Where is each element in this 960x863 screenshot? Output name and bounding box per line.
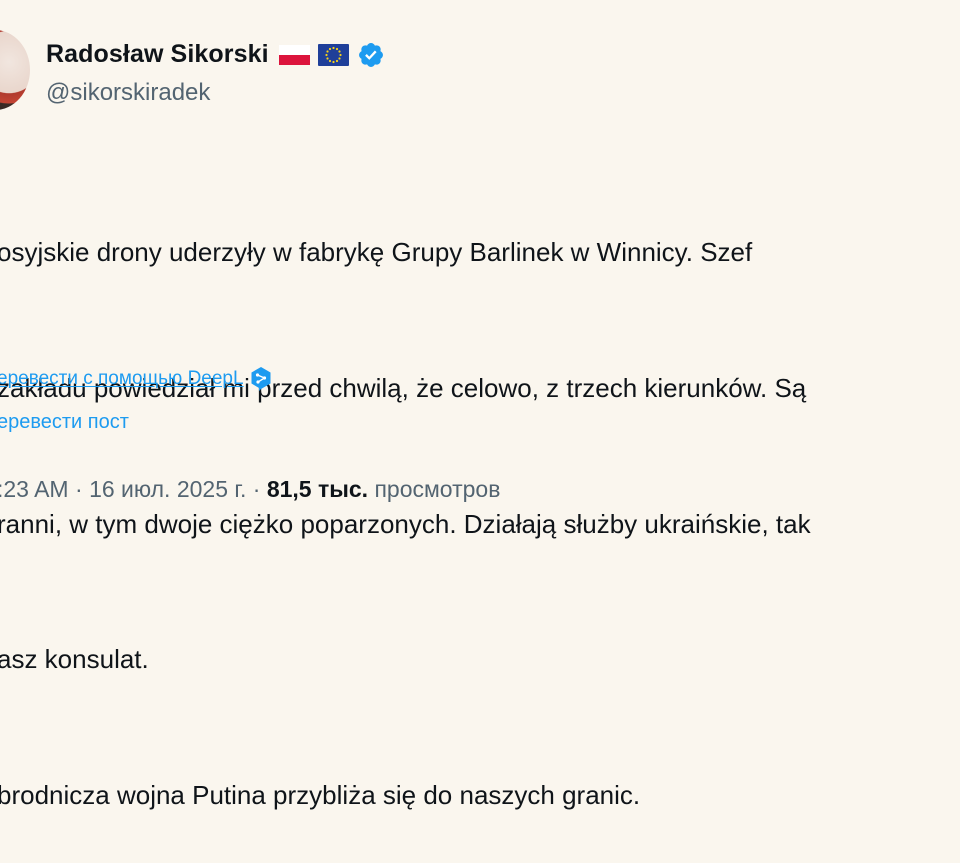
- tweet-line: asz konsulat.: [0, 644, 149, 675]
- tweet-line: osyjskie drony uderzyły w fabrykę Grupy …: [0, 237, 753, 268]
- views-label: просмотров: [368, 476, 501, 502]
- author-handle[interactable]: @sikorskiradek: [46, 79, 210, 107]
- tweet-line: brodnicza wojna Putina przybliża się do …: [0, 779, 641, 810]
- author-name[interactable]: Radosław Sikorski: [46, 40, 269, 69]
- poland-flag-icon: [278, 44, 310, 65]
- meta-separator: ·: [68, 476, 90, 502]
- avatar[interactable]: [0, 30, 30, 110]
- views-count: 81,5 тыс.: [266, 476, 369, 502]
- tweet-time[interactable]: :23 AM: [0, 476, 69, 502]
- author-header: Radosław Sikorski: [46, 40, 385, 69]
- tweet-date[interactable]: 16 июл. 2025 г.: [89, 476, 246, 502]
- meta-separator: ·: [246, 476, 267, 502]
- verified-badge-icon[interactable]: [357, 41, 385, 69]
- deepl-icon[interactable]: [250, 366, 272, 392]
- translate-post-link[interactable]: еревести пост: [0, 411, 129, 434]
- eu-flag-icon: [317, 43, 349, 66]
- tweet-meta: :23 AM · 16 июл. 2025 г. · 81,5 тыс. про…: [0, 476, 500, 503]
- translate-deepl-link[interactable]: еревести с помощью DeepL: [0, 368, 244, 390]
- translate-deepl-row: еревести с помощью DeepL: [0, 366, 272, 392]
- tweet-line: ranni, w tym dwoje ciężko poparzonych. D…: [0, 508, 811, 539]
